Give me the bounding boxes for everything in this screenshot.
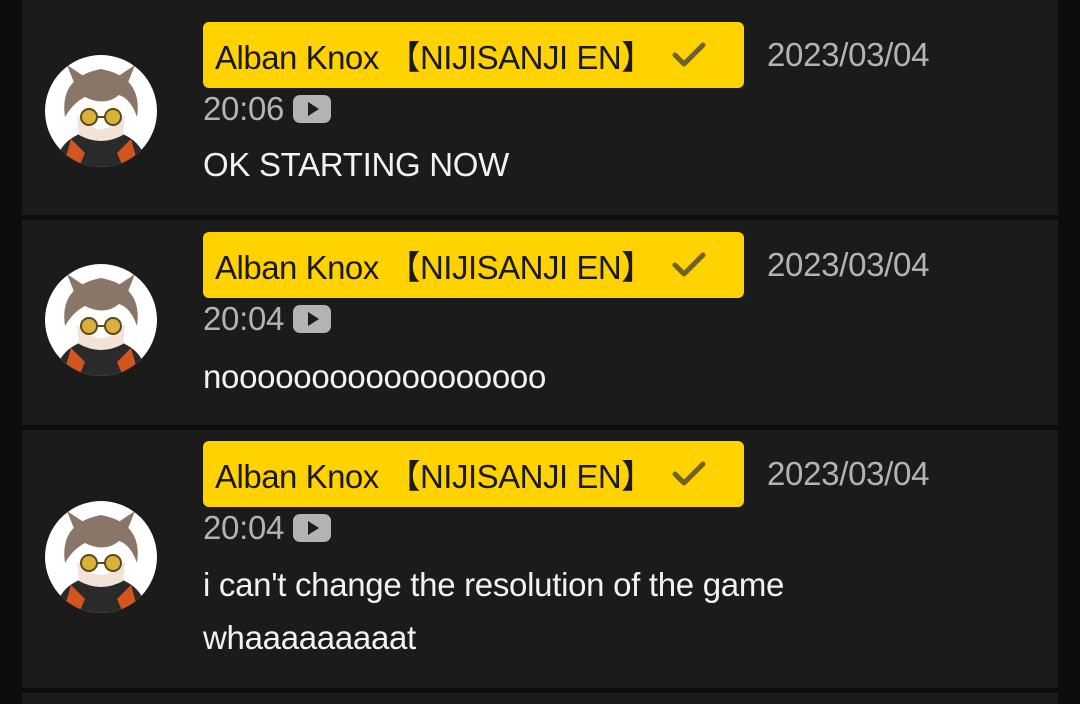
message-date: 2023/03/04 bbox=[767, 455, 930, 492]
chat-message: Alban Knox 【NIJISANJI EN】 2023/03/04 20:… bbox=[22, 220, 1058, 425]
chat-message: Alban Knox 【NIJISANJI EN】 2023/03/04 20:… bbox=[22, 430, 1058, 688]
chat-message-partial bbox=[22, 693, 1058, 704]
message-date: 2023/03/04 bbox=[767, 36, 930, 73]
message-time-row: 20:06 bbox=[203, 90, 332, 128]
message-text: noooooooooooooooooo bbox=[203, 358, 547, 395]
youtube-icon[interactable] bbox=[293, 305, 332, 333]
avatar-image bbox=[55, 65, 147, 167]
chat-message: Alban Knox 【NIJISANJI EN】 2023/03/04 20:… bbox=[22, 0, 1058, 215]
message-time-row: 20:04 bbox=[203, 300, 332, 338]
avatar-image bbox=[55, 511, 147, 613]
avatar[interactable] bbox=[45, 55, 157, 167]
message-text: OK STARTING NOW bbox=[203, 146, 509, 183]
message-time: 20:04 bbox=[203, 300, 285, 337]
message-time: 20:06 bbox=[203, 90, 285, 127]
youtube-icon[interactable] bbox=[293, 95, 332, 123]
message-time: 20:04 bbox=[203, 509, 285, 546]
author-name: Alban Knox 【NIJISANJI EN】 bbox=[215, 249, 654, 286]
author-name: Alban Knox 【NIJISANJI EN】 bbox=[215, 458, 654, 495]
author-badge[interactable]: Alban Knox 【NIJISANJI EN】 bbox=[203, 441, 744, 507]
avatar[interactable] bbox=[45, 501, 157, 613]
author-name: Alban Knox 【NIJISANJI EN】 bbox=[215, 39, 654, 76]
youtube-icon[interactable] bbox=[293, 514, 332, 542]
message-date: 2023/03/04 bbox=[767, 246, 930, 283]
check-icon bbox=[672, 461, 706, 487]
avatar-image bbox=[55, 274, 147, 376]
check-icon bbox=[672, 252, 706, 278]
author-badge[interactable]: Alban Knox 【NIJISANJI EN】 bbox=[203, 22, 744, 88]
author-badge[interactable]: Alban Knox 【NIJISANJI EN】 bbox=[203, 232, 744, 298]
message-time-row: 20:04 bbox=[203, 509, 332, 547]
check-icon bbox=[672, 42, 706, 68]
avatar[interactable] bbox=[45, 264, 157, 376]
message-text: i can't change the resolution of the gam… bbox=[203, 566, 785, 656]
